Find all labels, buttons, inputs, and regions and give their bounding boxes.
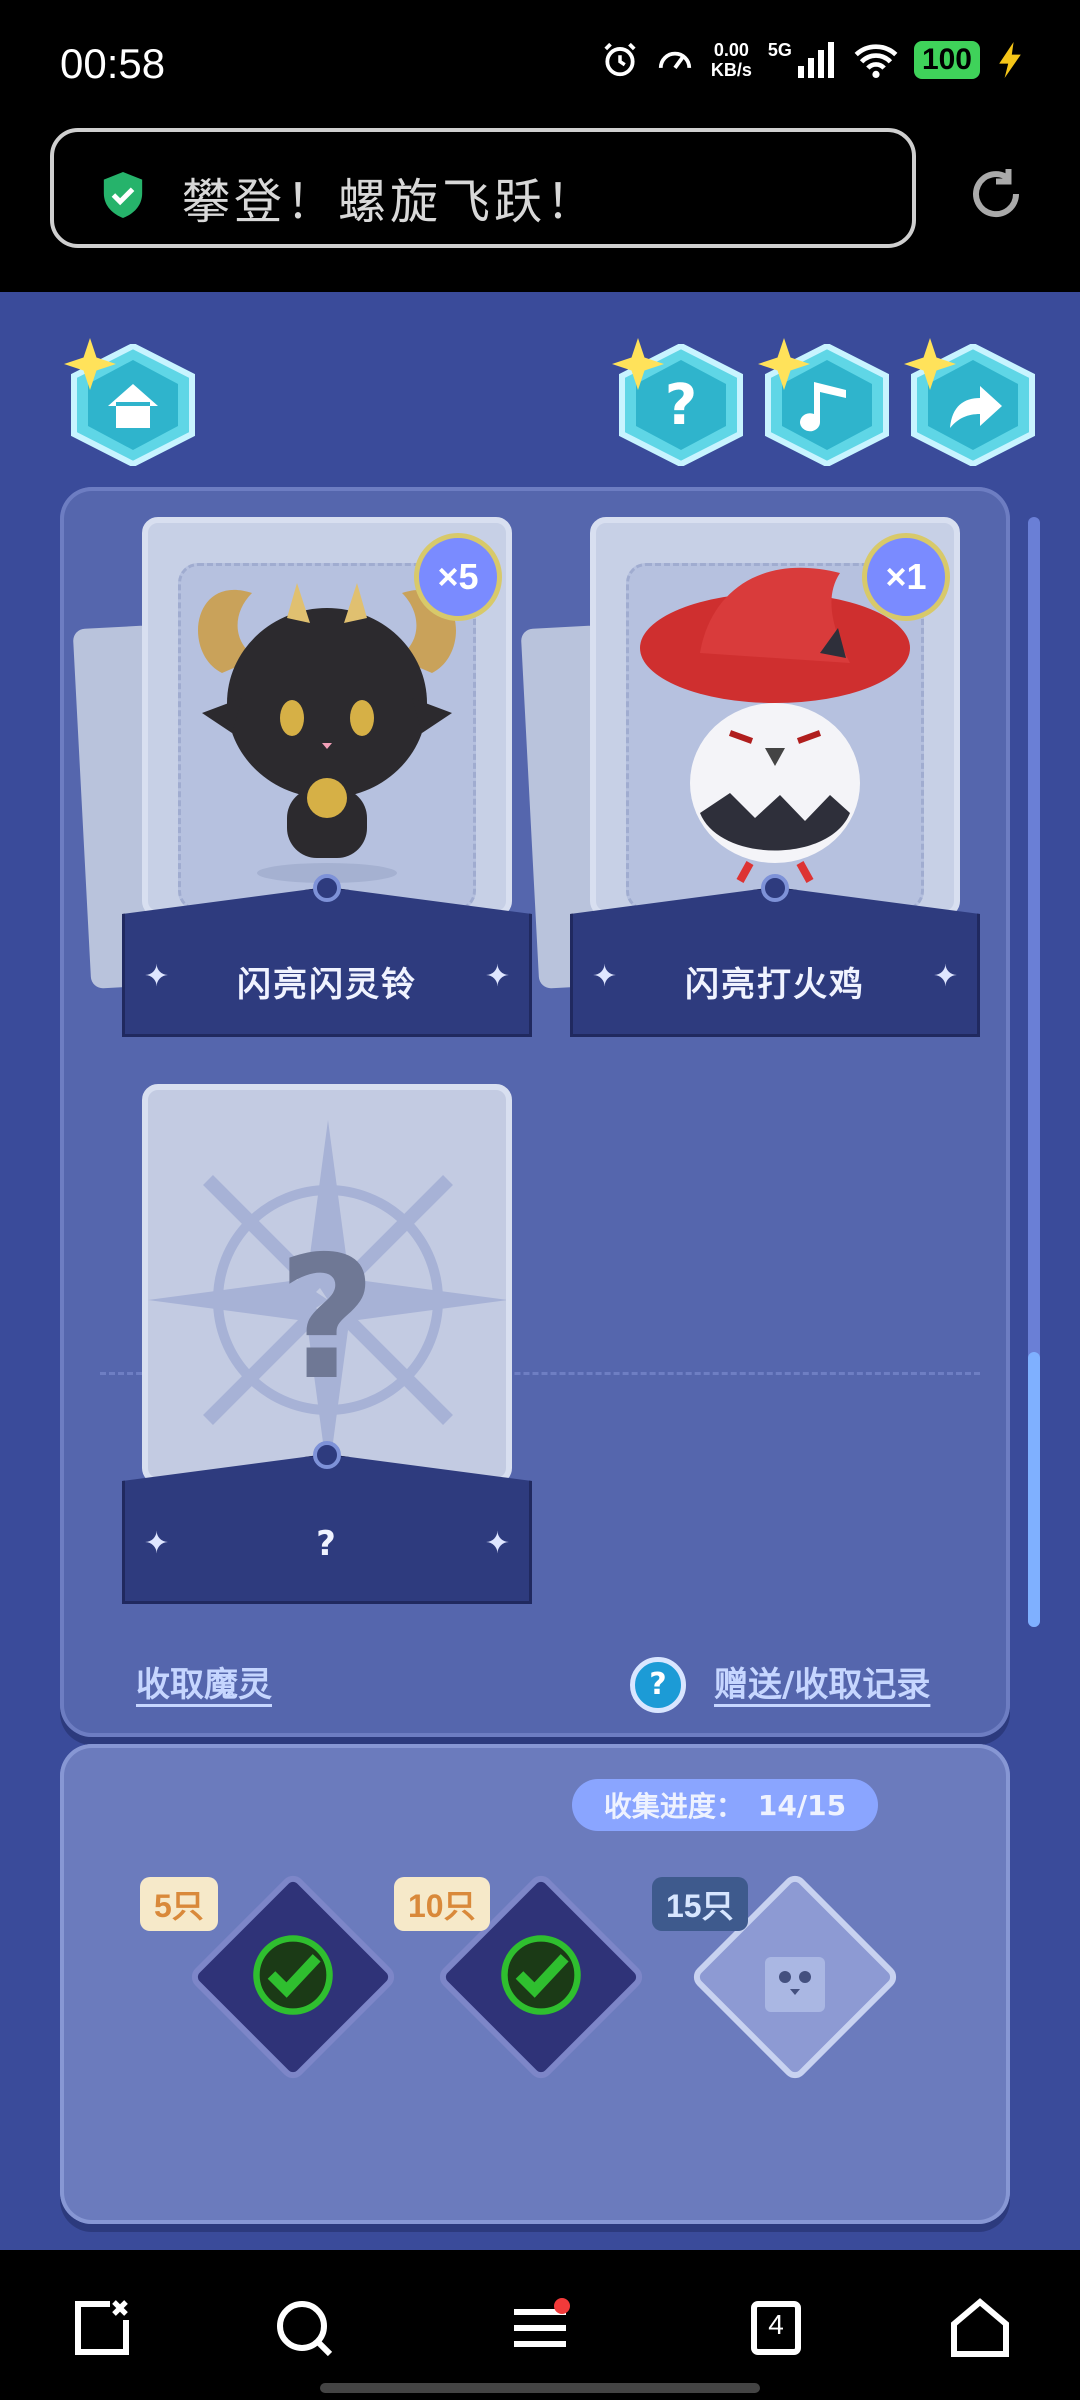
alarm-icon xyxy=(604,42,636,77)
milestone-label-1: 5只 xyxy=(140,1877,218,1931)
reload-icon[interactable] xyxy=(966,164,1026,224)
page-title: 攀登！螺旋飞跃！ xyxy=(182,174,599,230)
card-pin xyxy=(313,874,341,902)
cellular-signal-icon xyxy=(797,42,834,78)
wifi-icon xyxy=(854,44,898,78)
card-name: 闪亮闪灵铃 xyxy=(237,965,417,1005)
speedometer-icon xyxy=(658,51,692,70)
sparkle-icon xyxy=(758,338,810,390)
shield-check-icon xyxy=(103,172,143,218)
card-pin xyxy=(313,1441,341,1469)
card-pin xyxy=(761,874,789,902)
sparkle-icon xyxy=(64,338,116,390)
spirit-card-1[interactable]: ×5 ✦ ✦ 闪亮闪灵铃 xyxy=(72,517,532,1037)
progress-label: 收集进度： xyxy=(603,1790,744,1823)
card-name: ? xyxy=(316,1524,338,1564)
progress-value: 14/15 xyxy=(757,1788,847,1822)
browser-toolbar: 攀登！螺旋飞跃！ xyxy=(0,120,1080,292)
check-icon xyxy=(253,1935,333,2015)
menu-icon[interactable] xyxy=(508,2296,572,2360)
music-button[interactable] xyxy=(758,338,892,468)
tabs-button[interactable]: 4 xyxy=(744,2296,808,2360)
svg-text:?: ? xyxy=(665,373,697,438)
spirit-card-locked[interactable]: ? ✦ ✦ ? xyxy=(122,1084,532,1604)
search-icon[interactable] xyxy=(272,2296,336,2360)
check-icon xyxy=(501,1935,581,2015)
card-face: ? xyxy=(142,1084,512,1484)
gift-record-link[interactable]: 赠送/收取记录 xyxy=(714,1657,930,1706)
charging-bolt-icon xyxy=(999,42,1021,78)
milestone-label-2: 10只 xyxy=(394,1877,490,1931)
sparkle-icon xyxy=(612,338,664,390)
share-button[interactable] xyxy=(904,338,1038,468)
home-indicator xyxy=(320,2383,760,2393)
milestone-label-3: 15只 xyxy=(652,1877,748,1931)
address-bar[interactable]: 攀登！螺旋飞跃！ xyxy=(50,128,916,248)
scrollbar-thumb[interactable] xyxy=(1028,1352,1040,1627)
game-canvas: ? ×5 ✦ ✦ 闪亮闪灵铃 ×1 ✦ ✦ 闪亮打火鸡 ? ✦ ✦ ? 收取魔灵… xyxy=(0,292,1080,2250)
clock: 00:58 xyxy=(60,40,166,87)
count-badge: ×5 xyxy=(414,533,502,621)
unknown-mark: ? xyxy=(277,1220,377,1418)
home-icon[interactable] xyxy=(948,2296,1012,2360)
net-speed: 0.00 KB/s xyxy=(710,40,752,80)
tabs-count: 4 xyxy=(768,2309,784,2340)
count-badge: ×1 xyxy=(862,533,950,621)
browser-nav-bar: 4 xyxy=(0,2250,1080,2400)
sparkle-icon xyxy=(904,338,956,390)
status-icons: 0.00 KB/s 5G 100 xyxy=(601,40,1024,80)
record-help-icon: ? xyxy=(630,1657,686,1713)
status-bar: 00:58 0.00 KB/s 5G 100 xyxy=(0,0,1080,120)
home-button[interactable] xyxy=(64,338,198,468)
edit-close-icon[interactable] xyxy=(70,2296,134,2360)
penguin-box-reward-illustration xyxy=(765,1957,825,2012)
battery-level: 100 xyxy=(913,41,980,79)
collect-spirit-link[interactable]: 收取魔灵 xyxy=(136,1657,272,1706)
progress-pill: 收集进度： 14/15 xyxy=(572,1779,878,1831)
card-name: 闪亮打火鸡 xyxy=(685,965,865,1005)
spirit-card-2[interactable]: ×1 ✦ ✦ 闪亮打火鸡 xyxy=(520,517,980,1037)
help-button[interactable]: ? xyxy=(612,338,746,468)
signal-label: 5G xyxy=(767,40,792,60)
